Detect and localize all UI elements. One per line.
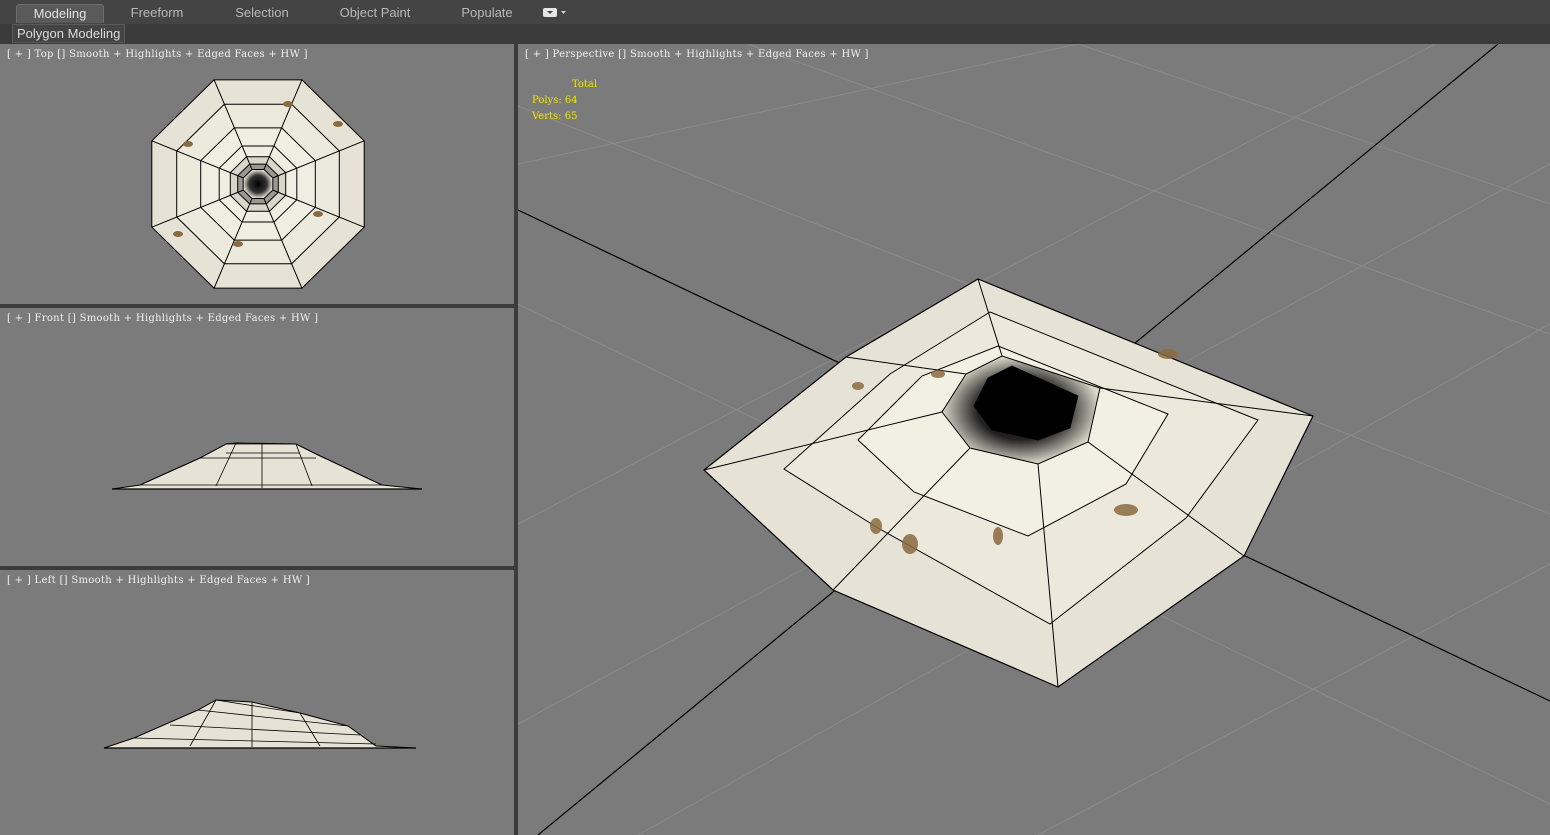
polys-label: Polys: bbox=[532, 95, 562, 106]
stats-header: Total bbox=[572, 79, 598, 90]
left-view-mesh bbox=[103, 699, 417, 749]
viewport-top[interactable]: [ + ] Top [] Smooth + Highlights + Edged… bbox=[0, 44, 514, 304]
viewport-divider-1[interactable] bbox=[0, 304, 514, 308]
ribbon-panel-bar: Polygon Modeling bbox=[0, 24, 1550, 43]
viewport-front-label[interactable]: [ + ] Front [] Smooth + Highlights + Edg… bbox=[7, 313, 318, 324]
verts-label: Verts: bbox=[532, 111, 562, 122]
tab-freeform[interactable]: Freeform bbox=[112, 4, 202, 22]
top-mesh-leaf bbox=[313, 211, 323, 217]
polygon-modeling-panel[interactable]: Polygon Modeling bbox=[12, 24, 126, 43]
viewport-left[interactable]: [ + ] Left [] Smooth + Highlights + Edge… bbox=[0, 570, 514, 835]
stats-overlay: Total Polys: 64 Verts: 65 bbox=[532, 77, 597, 125]
viewport-divider-vertical[interactable] bbox=[514, 44, 518, 835]
viewport-left-label[interactable]: [ + ] Left [] Smooth + Highlights + Edge… bbox=[7, 575, 310, 586]
verts-value: 65 bbox=[564, 111, 578, 122]
top-mesh-leaf bbox=[233, 241, 243, 247]
viewport-front[interactable]: [ + ] Front [] Smooth + Highlights + Edg… bbox=[0, 308, 514, 566]
stats-verts: Verts: 65 bbox=[532, 109, 597, 125]
viewport-perspective[interactable]: [ + ] Perspective [] Smooth + Highlights… bbox=[518, 44, 1550, 835]
top-mesh-leaf bbox=[183, 141, 193, 147]
front-view-mesh bbox=[111, 442, 423, 490]
perspective-view-mesh bbox=[518, 44, 1550, 835]
tab-selection[interactable]: Selection bbox=[216, 4, 308, 22]
top-mesh-leaf bbox=[333, 121, 343, 127]
polys-value: 64 bbox=[564, 95, 578, 106]
tab-object-paint[interactable]: Object Paint bbox=[328, 4, 422, 22]
top-mesh-ring bbox=[242, 169, 274, 199]
viewport-perspective-label[interactable]: [ + ] Perspective [] Smooth + Highlights… bbox=[525, 49, 869, 60]
viewport-divider-2[interactable] bbox=[0, 566, 514, 570]
tab-modeling[interactable]: Modeling bbox=[16, 4, 104, 23]
top-view-mesh bbox=[151, 79, 365, 289]
viewport-top-label[interactable]: [ + ] Top [] Smooth + Highlights + Edged… bbox=[7, 49, 308, 60]
top-mesh-leaf bbox=[283, 101, 293, 107]
ribbon-bar: Modeling Freeform Selection Object Paint… bbox=[0, 0, 1550, 25]
stats-polys: Polys: 64 bbox=[532, 93, 597, 109]
top-mesh-leaf bbox=[173, 231, 183, 237]
tab-populate[interactable]: Populate bbox=[446, 4, 528, 22]
ribbon-options-icon[interactable] bbox=[542, 6, 568, 19]
